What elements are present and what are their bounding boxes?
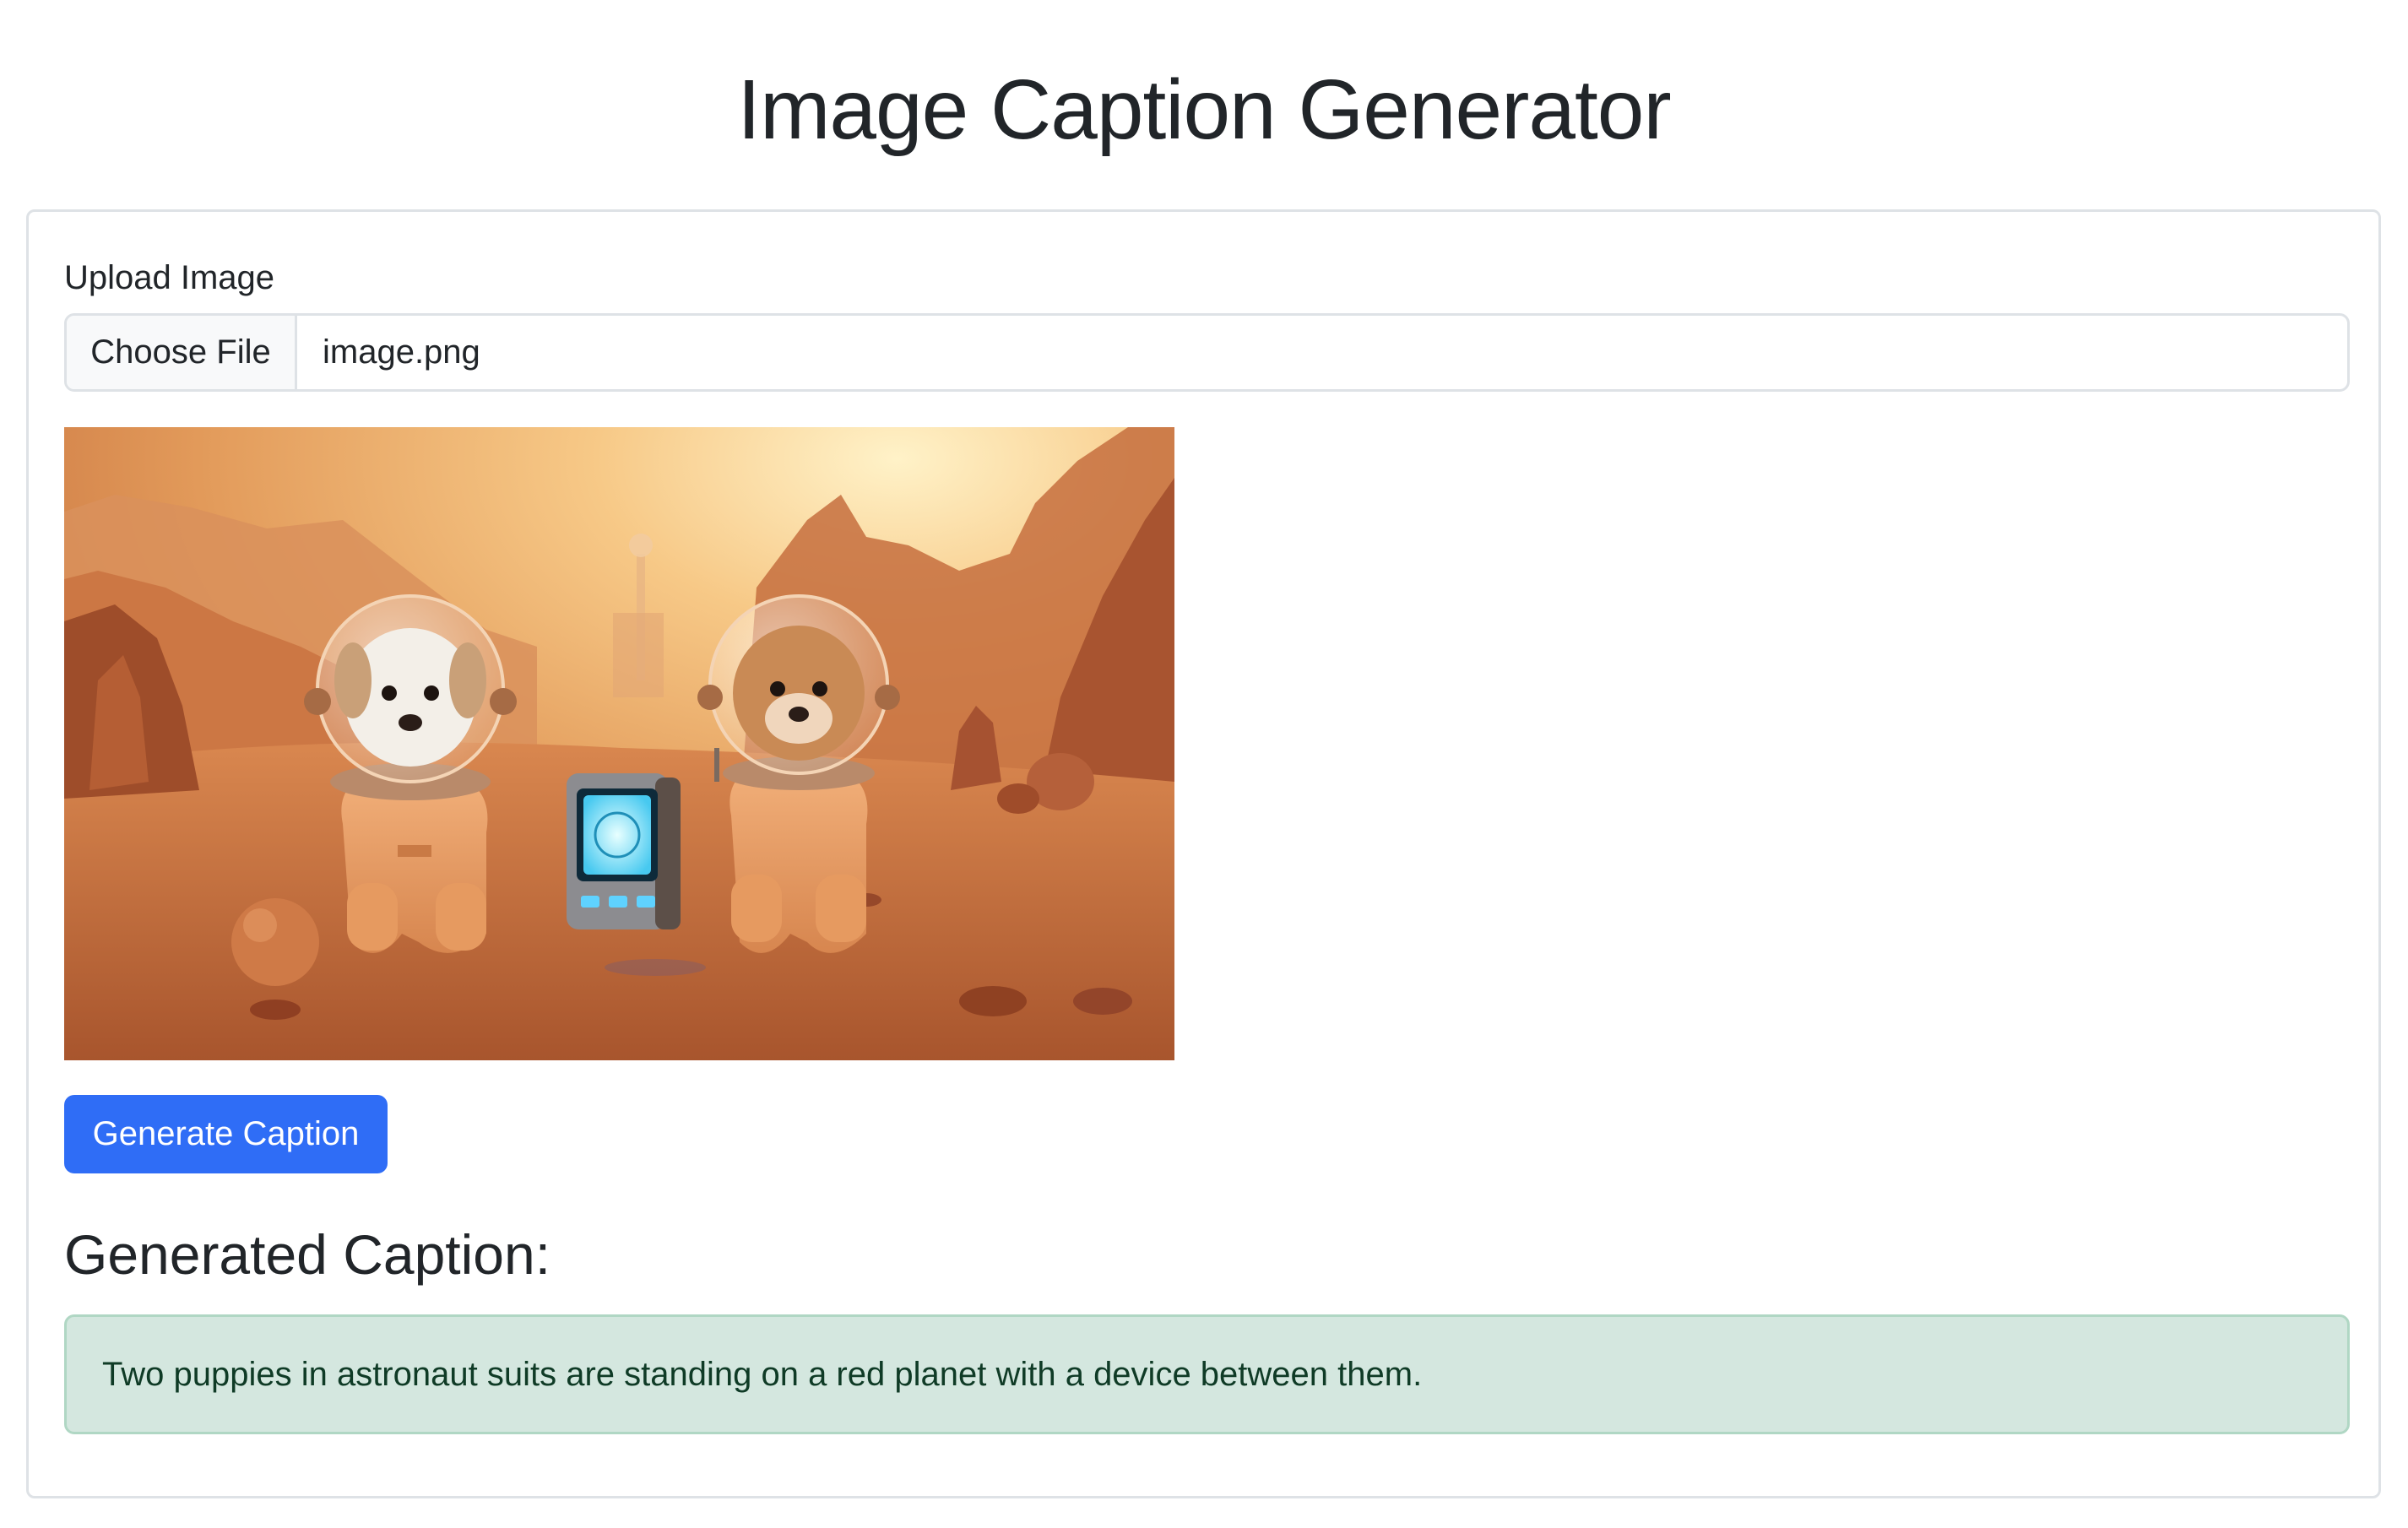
generated-caption-heading: Generated Caption: bbox=[64, 1223, 551, 1286]
upload-image-label: Upload Image bbox=[64, 259, 275, 296]
generate-caption-button[interactable]: Generate Caption bbox=[64, 1095, 388, 1173]
generated-caption-text: Two puppies in astronaut suits are stand… bbox=[64, 1314, 2350, 1434]
caption-form-card: Upload Image Choose File image.png Gener… bbox=[26, 209, 2381, 1498]
page-title: Image Caption Generator bbox=[737, 62, 1671, 157]
choose-file-button[interactable]: Choose File bbox=[67, 316, 297, 389]
file-input[interactable]: Choose File image.png bbox=[64, 313, 2350, 392]
selected-file-name: image.png bbox=[323, 333, 480, 371]
image-preview bbox=[64, 427, 1174, 1060]
